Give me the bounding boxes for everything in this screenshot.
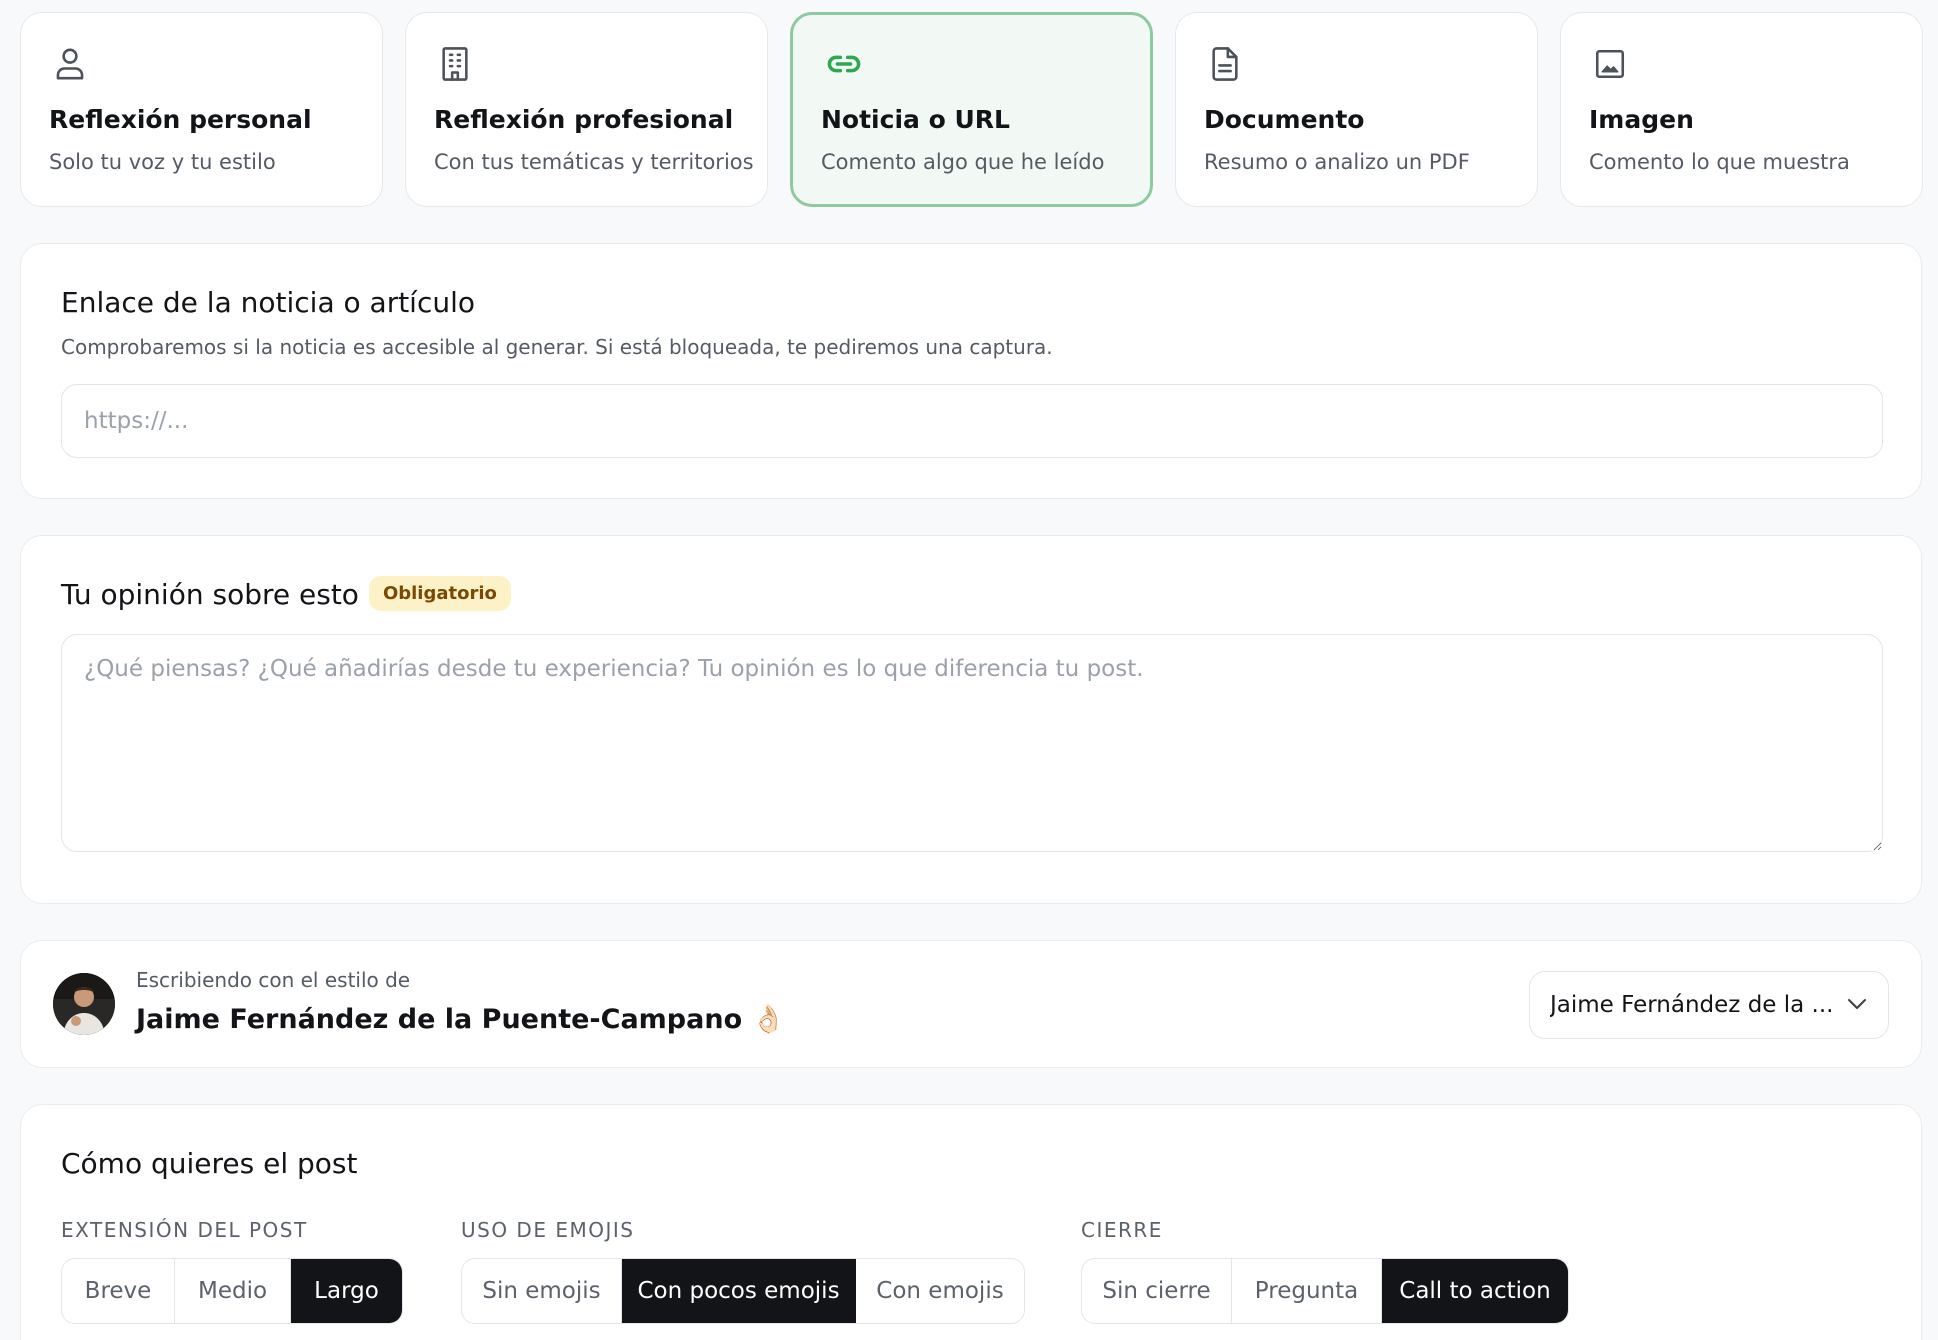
author-name: Jaime Fernández de la Puente-Campano 👌🏻 xyxy=(136,1004,786,1035)
mode-card-subtitle: Comento algo que he leído xyxy=(821,150,1105,174)
building-icon xyxy=(438,45,472,83)
mode-card-reflexion-profesional[interactable]: Reflexión profesional Con tus temáticas … xyxy=(405,12,768,207)
mode-card-subtitle: Con tus temáticas y territorios xyxy=(434,150,754,174)
cierre-option-sin[interactable]: Sin cierre xyxy=(1082,1259,1232,1323)
mode-card-title: Noticia o URL xyxy=(821,105,1010,134)
mode-card-subtitle: Solo tu voz y tu estilo xyxy=(49,150,276,174)
url-panel-description: Comprobaremos si la noticia es accesible… xyxy=(61,335,1053,359)
emojis-option-sin[interactable]: Sin emojis xyxy=(462,1259,622,1323)
document-icon xyxy=(1208,45,1242,83)
author-select-value: Jaime Fernández de la ... xyxy=(1550,992,1834,1018)
mode-card-imagen[interactable]: Imagen Comento lo que muestra xyxy=(1560,12,1923,207)
mode-card-title: Imagen xyxy=(1589,105,1694,134)
cierre-label: CIERRE xyxy=(1081,1218,1163,1242)
mode-card-title: Reflexión personal xyxy=(49,105,312,134)
opinion-title-text: Tu opinión sobre esto xyxy=(61,578,359,611)
author-caption: Escribiendo con el estilo de xyxy=(136,968,411,992)
mode-card-subtitle: Resumo o analizo un PDF xyxy=(1204,150,1470,174)
opinion-textarea[interactable] xyxy=(61,634,1883,852)
url-panel: Enlace de la noticia o artículo Comproba… xyxy=(20,243,1922,499)
required-badge: Obligatorio xyxy=(368,575,511,611)
cierre-option-cta[interactable]: Call to action xyxy=(1382,1259,1568,1323)
avatar xyxy=(53,973,115,1035)
mode-card-subtitle: Comento lo que muestra xyxy=(1589,150,1850,174)
post-options-panel: Cómo quieres el post EXTENSIÓN DEL POST … xyxy=(20,1104,1922,1340)
mode-card-reflexion-personal[interactable]: Reflexión personal Solo tu voz y tu esti… xyxy=(20,12,383,207)
mode-card-noticia-url[interactable]: Noticia o URL Comento algo que he leído xyxy=(790,12,1153,207)
opinion-panel-title: Tu opinión sobre esto Obligatorio xyxy=(61,575,511,614)
user-icon xyxy=(53,45,87,83)
cierre-option-pregunta[interactable]: Pregunta xyxy=(1232,1259,1382,1323)
cierre-segmented: Sin cierre Pregunta Call to action xyxy=(1081,1258,1569,1324)
emojis-option-con[interactable]: Con emojis xyxy=(856,1259,1024,1323)
url-panel-title: Enlace de la noticia o artículo xyxy=(61,286,476,319)
extension-option-largo[interactable]: Largo xyxy=(291,1259,402,1323)
mode-card-documento[interactable]: Documento Resumo o analizo un PDF xyxy=(1175,12,1538,207)
image-icon xyxy=(1593,45,1627,83)
opinion-panel: Tu opinión sobre esto Obligatorio xyxy=(20,535,1922,904)
extension-option-medio[interactable]: Medio xyxy=(175,1259,291,1323)
chevron-down-icon xyxy=(1846,996,1868,1015)
extension-label: EXTENSIÓN DEL POST xyxy=(61,1218,308,1242)
extension-segmented: Breve Medio Largo xyxy=(61,1258,403,1324)
extension-option-breve[interactable]: Breve xyxy=(62,1259,175,1323)
emojis-segmented: Sin emojis Con pocos emojis Con emojis xyxy=(461,1258,1025,1324)
mode-card-title: Reflexión profesional xyxy=(434,105,734,134)
author-select[interactable]: Jaime Fernández de la ... xyxy=(1529,971,1889,1039)
emojis-label: USO DE EMOJIS xyxy=(461,1218,635,1242)
url-input[interactable] xyxy=(61,384,1883,458)
post-options-title: Cómo quieres el post xyxy=(61,1147,358,1180)
emojis-option-pocos[interactable]: Con pocos emojis xyxy=(622,1259,856,1323)
mode-card-title: Documento xyxy=(1204,105,1365,134)
author-panel: Escribiendo con el estilo de Jaime Ferná… xyxy=(20,940,1922,1068)
link-icon xyxy=(825,45,861,83)
